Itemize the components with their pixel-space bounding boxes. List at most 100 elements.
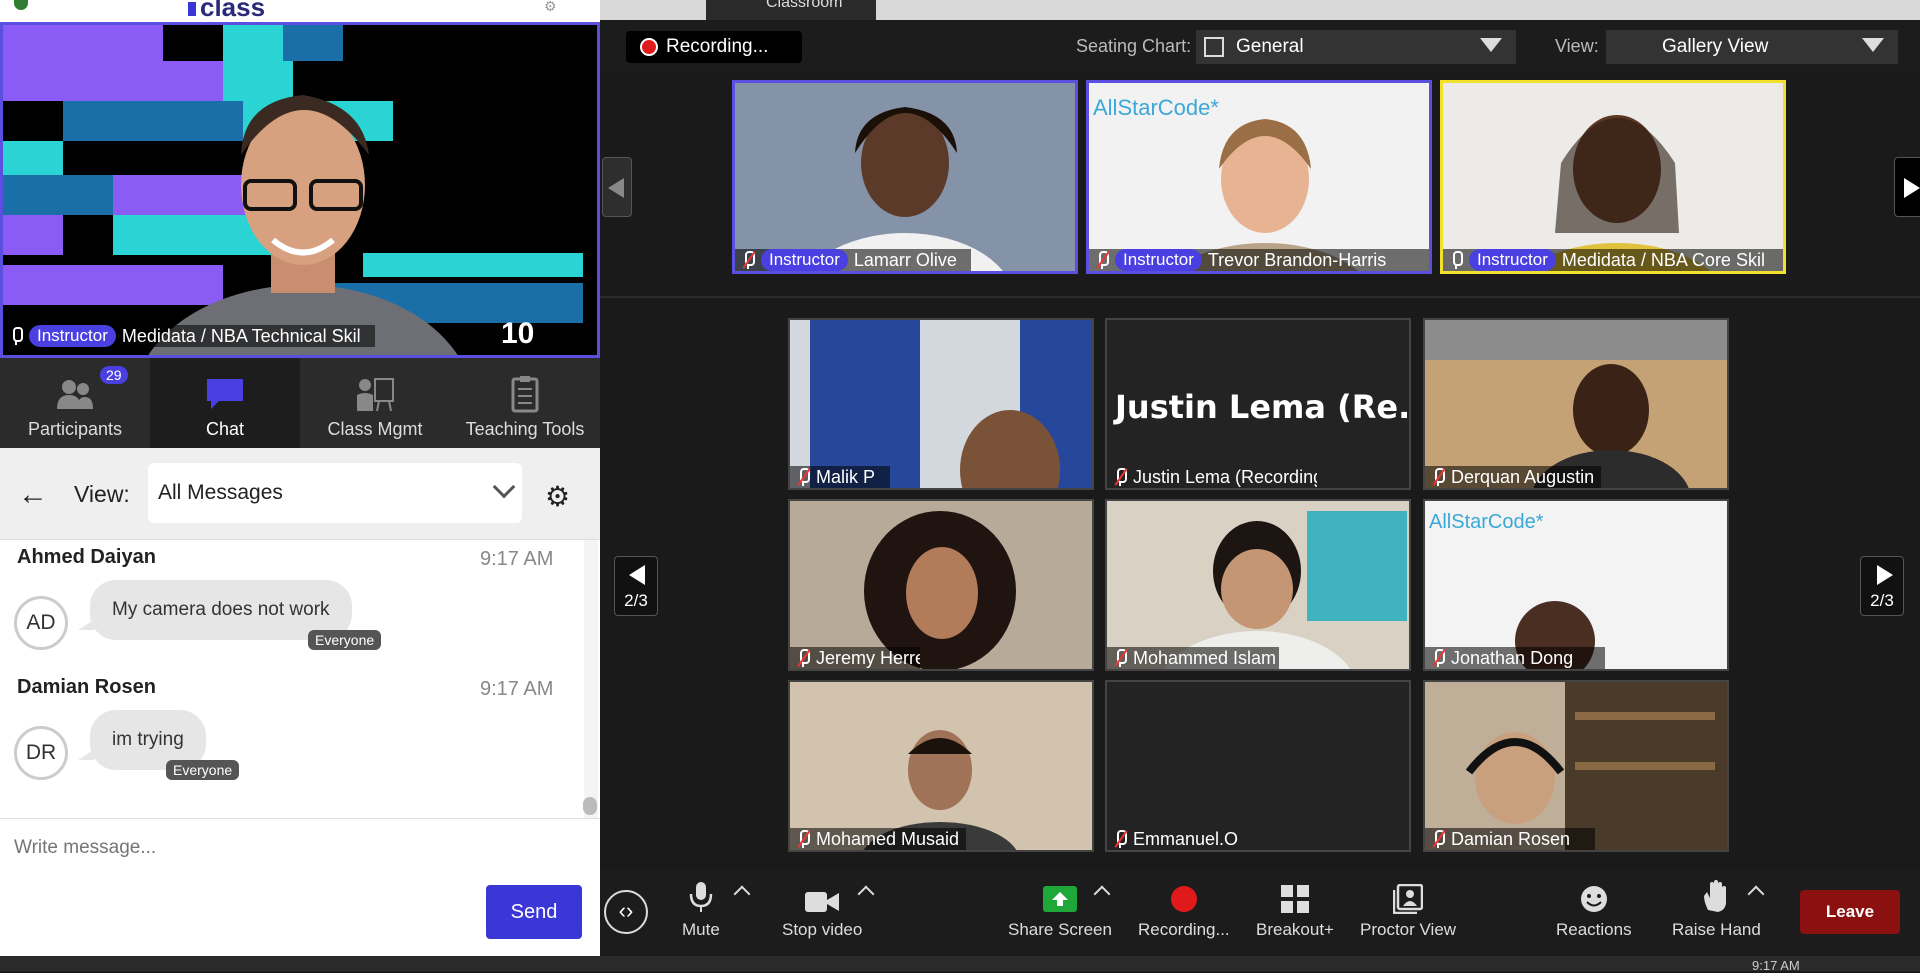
instructor-video-tile[interactable]: Instructor Lamarr Olive	[732, 80, 1078, 274]
participant-name: Emmanuel.O	[1133, 828, 1239, 849]
microphone-icon	[689, 882, 713, 912]
muted-microphone-icon	[1431, 467, 1446, 487]
participant-placeholder-name: Justin Lema (Re...	[1115, 388, 1411, 426]
back-arrow-icon[interactable]: ←	[18, 478, 48, 512]
participant-label: Jonathan Dong	[1425, 647, 1605, 669]
student-video-tile[interactable]: Malik P	[788, 318, 1094, 490]
smiley-icon	[1580, 886, 1607, 912]
muted-microphone-icon	[796, 467, 811, 487]
proctor-view-button[interactable]: Proctor View	[1360, 878, 1456, 940]
participant-video	[735, 83, 1075, 271]
participant-label: Malik P	[790, 466, 890, 488]
collapse-panel-button[interactable]: ‹›	[604, 890, 648, 934]
tab-label: Participants	[27, 419, 123, 439]
role-badge: Instructor	[1115, 249, 1202, 271]
participant-name: Lamarr Olive	[853, 249, 957, 270]
student-video-tile[interactable]: Jeremy Herrera	[788, 499, 1094, 671]
participant-video	[790, 320, 1092, 488]
chat-message-input[interactable]	[14, 837, 574, 859]
breakout-button[interactable]: Breakout+	[1256, 878, 1334, 940]
student-video-tile[interactable]: Emmanuel.O	[1105, 680, 1411, 852]
participant-label: Justin Lema (Recording)	[1107, 466, 1317, 488]
proctor-view-label: Proctor View	[1360, 920, 1457, 939]
muted-microphone-icon	[1431, 829, 1446, 849]
chat-settings-icon[interactable]: ⚙	[545, 480, 570, 513]
student-video-tile[interactable]: Mohamed Musaid	[788, 680, 1094, 852]
class-mgmt-icon	[357, 378, 394, 412]
participant-label: Damian Rosen	[1425, 828, 1595, 850]
muted-microphone-icon	[796, 648, 811, 668]
muted-microphone-icon	[1113, 648, 1128, 668]
participant-name: Malik P	[816, 466, 876, 487]
recording-button[interactable]: Recording...	[1138, 878, 1230, 940]
student-video-tile[interactable]: Mohammed Islam	[1105, 499, 1411, 671]
mute-button[interactable]: Mute	[682, 878, 720, 940]
instructor-video-tile[interactable]: AllStarCode* Instructor Trevor Brandon-H…	[1086, 80, 1432, 274]
muted-microphone-icon	[1113, 829, 1128, 849]
participant-label: Jeremy Herrera	[790, 647, 920, 669]
role-badge: Instructor	[29, 325, 116, 347]
participant-name: Mohamed Musaid	[816, 828, 960, 849]
section-divider	[600, 296, 1920, 298]
view-mode-dropdown[interactable]: Gallery View	[1606, 30, 1898, 64]
reactions-label: Reactions	[1556, 920, 1632, 939]
seating-chart-dropdown[interactable]: General	[1196, 30, 1516, 64]
avatar: AD	[14, 596, 68, 650]
chat-scrollbar[interactable]	[584, 540, 598, 818]
tab-participants[interactable]: 29 Participants	[0, 358, 150, 448]
tab-classroom[interactable]: Classroom	[706, 0, 876, 20]
self-video-label: Instructor Medidata / NBA Technical Skil	[3, 325, 375, 347]
student-video-tile[interactable]: Justin Lema (Re... Justin Lema (Recordin…	[1105, 318, 1411, 490]
seating-chart-label: Seating Chart:	[1076, 36, 1192, 56]
anniversary-watermark: 10	[501, 317, 535, 350]
send-button[interactable]: Send	[486, 885, 582, 939]
self-video-tile[interactable]: Instructor Medidata / NBA Technical Skil…	[0, 22, 600, 358]
recording-label: Recording...	[666, 36, 769, 57]
student-video-tile[interactable]: Derquan Augustin	[1423, 318, 1729, 490]
recording-indicator[interactable]: Recording...	[626, 31, 802, 63]
leave-button[interactable]: Leave	[1800, 890, 1900, 934]
instructors-next-arrow[interactable]	[1894, 157, 1920, 217]
gallery-next-page[interactable]: 2/3	[1860, 556, 1904, 616]
muted-microphone-icon	[1431, 648, 1446, 668]
chat-view-dropdown[interactable]: All Messages	[148, 463, 522, 523]
record-icon	[1170, 886, 1197, 912]
app-logo: class	[188, 0, 265, 23]
instructors-prev-arrow[interactable]	[602, 157, 632, 217]
page-indicator: 2/3	[1870, 591, 1894, 610]
tab-teaching-tools[interactable]: Teaching Tools	[450, 358, 600, 448]
role-badge: Instructor	[761, 249, 848, 271]
raise-hand-label: Raise Hand	[1672, 920, 1761, 939]
participant-label: Instructor Medidata / NBA Core Skil	[1443, 249, 1783, 271]
message-recipient-badge: Everyone	[308, 630, 382, 650]
panel-tabs: 29 Participants Chat Class Mgmt Teaching	[0, 358, 600, 448]
participant-name: Jeremy Herrera	[816, 647, 920, 668]
reactions-button[interactable]: Reactions	[1556, 878, 1632, 940]
seating-chart-checkbox[interactable]	[1204, 37, 1224, 57]
student-video-tile[interactable]: Damian Rosen	[1423, 680, 1729, 852]
participant-video	[1425, 320, 1727, 488]
instructor-video-tile[interactable]: Instructor Medidata / NBA Core Skil	[1440, 80, 1786, 274]
stop-video-button[interactable]: Stop video	[782, 878, 862, 940]
participant-video	[790, 682, 1092, 850]
microphone-icon	[9, 326, 23, 346]
chat-scrollbar-thumb[interactable]	[583, 797, 597, 815]
tab-class-mgmt[interactable]: Class Mgmt	[300, 358, 450, 448]
teaching-tools-icon	[511, 376, 539, 413]
share-screen-button[interactable]: Share Screen	[1008, 878, 1112, 940]
settings-icon[interactable]: ⚙	[544, 0, 557, 15]
raise-hand-button[interactable]: Raise Hand	[1672, 878, 1761, 940]
participant-label: Instructor Lamarr Olive	[735, 249, 971, 271]
participant-label: Instructor Trevor Brandon-Harris	[1089, 249, 1429, 271]
microphone-icon	[1449, 250, 1463, 270]
proctor-view-icon	[1393, 884, 1424, 914]
gallery-prev-page[interactable]: 2/3	[614, 556, 658, 616]
app-header: class ⚙	[0, 0, 600, 22]
student-video-tile[interactable]: AllStarCode* Jonathan Dong	[1423, 499, 1729, 671]
tab-label: Teaching Tools	[465, 419, 585, 439]
participant-video	[1443, 83, 1783, 271]
tab-chat[interactable]: Chat	[150, 358, 300, 448]
participant-name: Trevor Brandon-Harris	[1207, 249, 1387, 270]
app-logo-text: class	[200, 0, 266, 22]
self-video-background	[3, 25, 597, 355]
